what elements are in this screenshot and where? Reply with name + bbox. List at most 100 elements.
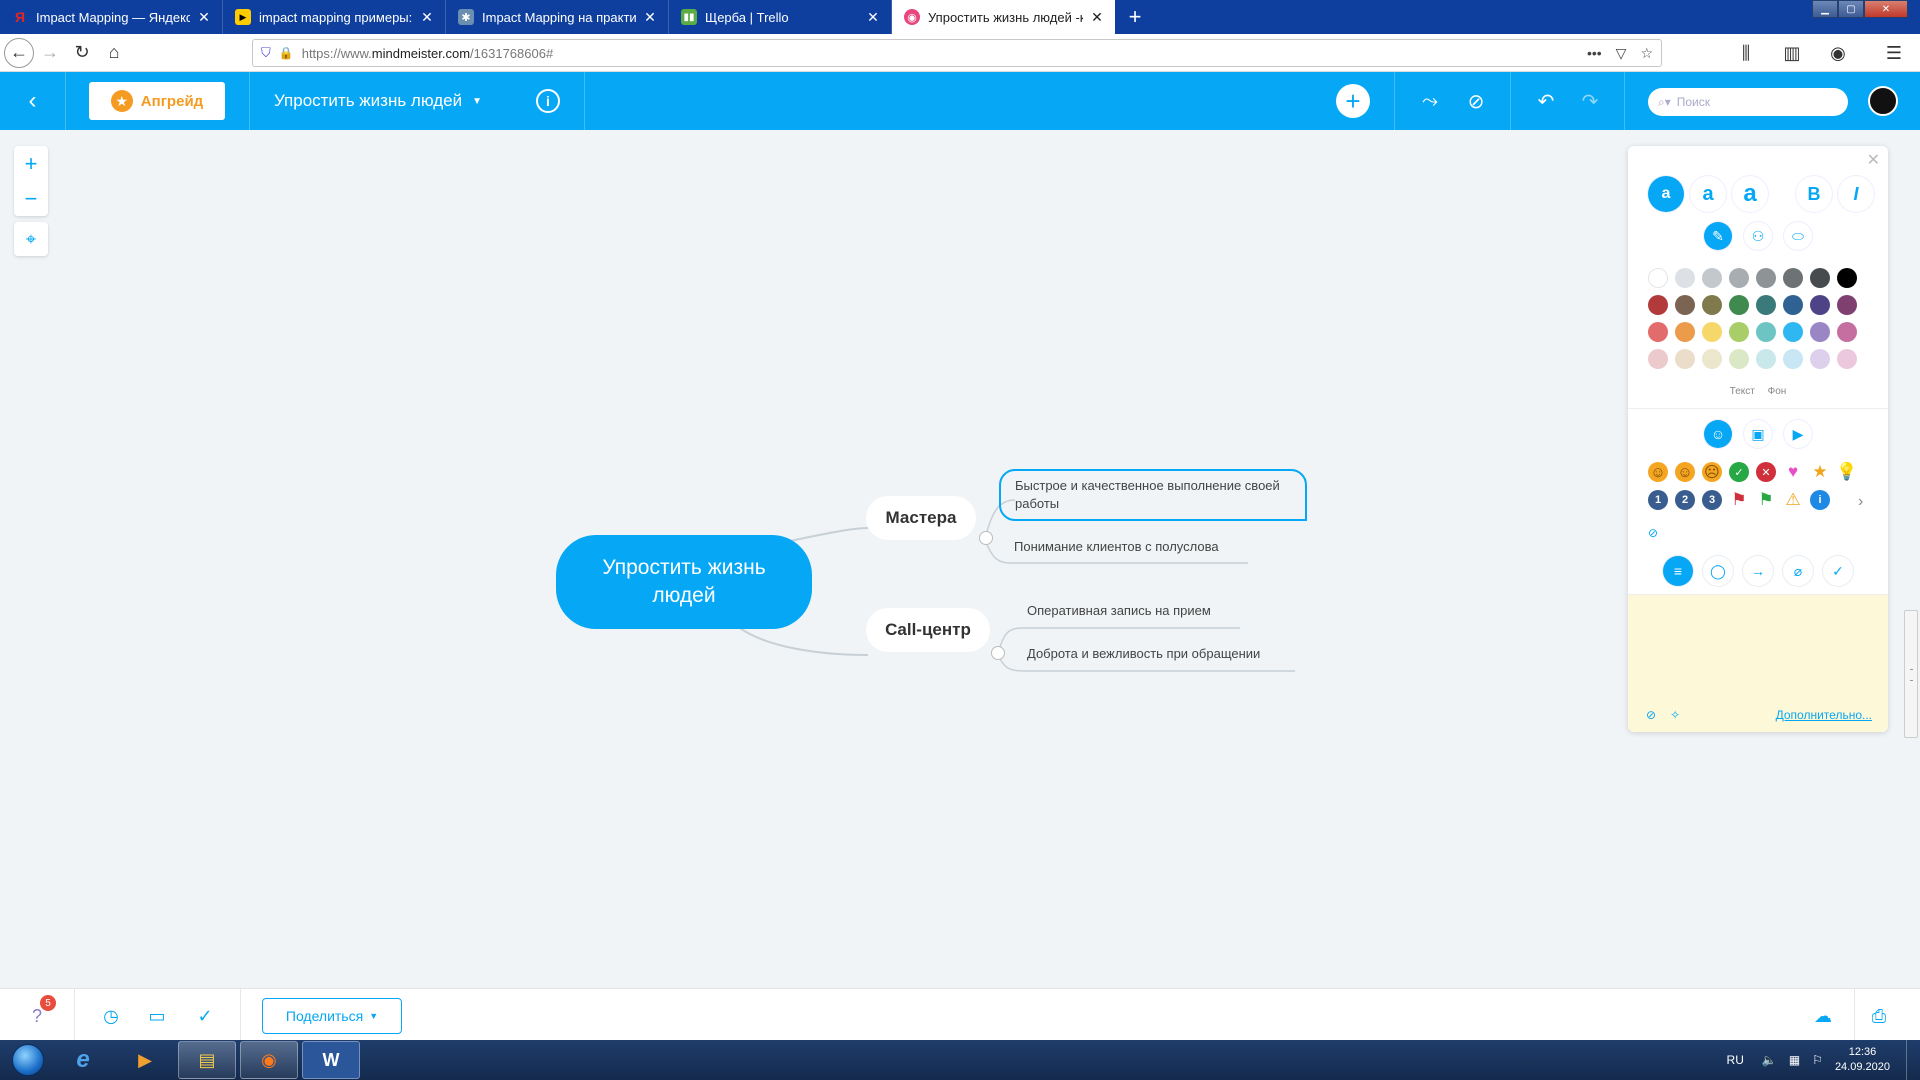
close-icon[interactable]: ✕ xyxy=(1867,150,1880,170)
color-swatch[interactable] xyxy=(1756,295,1776,315)
color-swatch[interactable] xyxy=(1648,322,1668,342)
clear-icon[interactable]: ⊘ xyxy=(1648,526,1658,540)
color-swatch[interactable] xyxy=(1837,322,1857,342)
network-icon[interactable]: ▦ xyxy=(1789,1053,1800,1067)
history-icon[interactable]: ◷ xyxy=(98,1003,124,1029)
color-swatch[interactable] xyxy=(1675,268,1695,288)
font-size-medium-button[interactable]: a xyxy=(1690,176,1726,212)
media-player-icon[interactable]: ▶ xyxy=(116,1041,174,1079)
maximize-button[interactable]: ▢ xyxy=(1838,0,1864,18)
color-swatch[interactable] xyxy=(1729,322,1749,342)
color-swatch[interactable] xyxy=(1702,322,1722,342)
close-tab-icon[interactable]: ✕ xyxy=(1089,9,1105,26)
color-swatch[interactable] xyxy=(1783,349,1803,369)
clear-note-icon[interactable]: ⊘ xyxy=(1646,708,1656,722)
file-explorer-icon[interactable]: ▤ xyxy=(178,1041,236,1079)
branch-topic[interactable]: Мастера xyxy=(866,496,976,540)
address-bar[interactable]: ⛉ 🔒 https://www. mindmeister.com/16317686… xyxy=(252,39,1662,67)
show-desktop-button[interactable] xyxy=(1906,1040,1920,1080)
page-actions-icon[interactable]: ••• xyxy=(1587,45,1602,62)
layout-tab-icon[interactable]: ⚇ xyxy=(1744,222,1772,250)
color-swatch[interactable] xyxy=(1648,349,1668,369)
new-tab-button[interactable]: + xyxy=(1115,0,1155,34)
color-swatch[interactable] xyxy=(1810,268,1830,288)
emoji-tab-icon[interactable]: ☺ xyxy=(1704,420,1732,448)
heart-icon[interactable]: ♥ xyxy=(1783,462,1803,482)
close-tab-icon[interactable]: ✕ xyxy=(865,9,881,26)
priority-2-icon[interactable]: 2 xyxy=(1675,490,1695,510)
tasks-check-icon[interactable]: ✓ xyxy=(192,1003,218,1029)
smile-icon[interactable]: ☺ xyxy=(1648,462,1668,482)
more-link[interactable]: Дополнительно... xyxy=(1776,708,1872,722)
no-style-icon[interactable]: ⊘ xyxy=(1464,89,1488,113)
attachment-icon[interactable]: ⌀ xyxy=(1783,556,1813,586)
green-flag-icon[interactable]: ⚑ xyxy=(1756,490,1776,510)
sidebar-icon[interactable]: ▥ xyxy=(1776,37,1808,69)
color-swatch[interactable] xyxy=(1756,349,1776,369)
priority-3-icon[interactable]: 3 xyxy=(1702,490,1722,510)
color-swatch[interactable] xyxy=(1675,295,1695,315)
italic-button[interactable]: I xyxy=(1838,176,1874,212)
check-icon[interactable]: ✓ xyxy=(1729,462,1749,482)
video-tab-icon[interactable]: ▶ xyxy=(1784,420,1812,448)
note-editor[interactable]: ⊘ ✧ Дополнительно... xyxy=(1628,594,1888,732)
action-center-icon[interactable]: ⚐ xyxy=(1812,1053,1823,1067)
start-button[interactable] xyxy=(6,1040,50,1080)
cloud-download-icon[interactable]: ☁ xyxy=(1810,1003,1836,1029)
subtopic-selected[interactable]: Быстрое и качественное выполнение своей … xyxy=(999,469,1307,521)
subtopic[interactable]: Понимание клиентов с полуслова xyxy=(1014,538,1219,556)
subtopic[interactable]: Оперативная запись на прием xyxy=(1027,602,1211,620)
star-icon[interactable]: ★ xyxy=(1810,462,1830,482)
bold-button[interactable]: B xyxy=(1796,176,1832,212)
shape-tab-icon[interactable]: ⬭ xyxy=(1784,222,1812,250)
connect-icon[interactable]: ⤳ xyxy=(1418,89,1442,113)
color-swatch[interactable] xyxy=(1648,295,1668,315)
share-button[interactable]: Поделиться ▼ xyxy=(262,998,402,1034)
collapse-toggle[interactable] xyxy=(991,646,1005,660)
color-swatch[interactable] xyxy=(1783,295,1803,315)
tracking-shield-icon[interactable]: ⛉ xyxy=(261,45,271,61)
browser-tab-active[interactable]: ◉ Упростить жизнь людей -карт ✕ xyxy=(892,0,1115,34)
root-topic[interactable]: Упростить жизнь людей xyxy=(556,535,812,629)
notes-icon[interactable]: ≡ xyxy=(1663,556,1693,586)
upgrade-button[interactable]: ★ Апгрейд xyxy=(89,82,225,120)
close-tab-icon[interactable]: ✕ xyxy=(642,9,658,26)
subtopic[interactable]: Доброта и вежливость при обращении xyxy=(1027,645,1260,663)
add-topic-button[interactable]: + xyxy=(1336,84,1370,118)
color-swatch[interactable] xyxy=(1702,268,1722,288)
menu-icon[interactable]: ☰ xyxy=(1878,37,1910,69)
branch-topic[interactable]: Call-центр xyxy=(866,608,990,652)
back-icon[interactable]: ← xyxy=(4,37,34,68)
collapse-toggle[interactable] xyxy=(979,531,993,545)
color-swatch[interactable] xyxy=(1729,268,1749,288)
color-swatch[interactable] xyxy=(1675,322,1695,342)
color-swatch[interactable] xyxy=(1756,268,1776,288)
redo-icon[interactable]: ↷ xyxy=(1578,89,1602,113)
word-icon[interactable]: W xyxy=(302,1041,360,1079)
warning-icon[interactable]: ⚠ xyxy=(1783,490,1803,510)
home-icon[interactable]: ⌂ xyxy=(98,37,130,69)
color-swatch[interactable] xyxy=(1810,295,1830,315)
clock[interactable]: 12:36 24.09.2020 xyxy=(1835,1045,1890,1075)
magic-wand-icon[interactable]: ✧ xyxy=(1670,708,1680,722)
reload-icon[interactable]: ↻ xyxy=(66,37,98,69)
browser-tab[interactable]: Я Impact Mapping — Яндекс: на ✕ xyxy=(0,0,223,34)
close-tab-icon[interactable]: ✕ xyxy=(196,9,212,26)
color-swatch[interactable] xyxy=(1810,349,1830,369)
pocket-icon[interactable]: ▽ xyxy=(1616,45,1627,62)
sad-face-icon[interactable]: ☹ xyxy=(1702,462,1722,482)
firefox-icon[interactable]: ◉ xyxy=(240,1041,298,1079)
internet-explorer-icon[interactable]: e xyxy=(54,1041,112,1079)
browser-tab[interactable]: ✱ Impact Mapping на практике / ✕ xyxy=(446,0,669,34)
color-swatch[interactable] xyxy=(1648,268,1668,288)
print-icon[interactable]: ⎙ xyxy=(1866,1003,1892,1029)
red-flag-icon[interactable]: ⚑ xyxy=(1729,490,1749,510)
color-swatch[interactable] xyxy=(1837,349,1857,369)
search-input[interactable]: ⌕▾ Поиск xyxy=(1648,88,1848,116)
task-check-icon[interactable]: ✓ xyxy=(1823,556,1853,586)
cross-icon[interactable]: ✕ xyxy=(1756,462,1776,482)
color-swatch[interactable] xyxy=(1783,268,1803,288)
color-swatch[interactable] xyxy=(1756,322,1776,342)
close-window-button[interactable]: ✕ xyxy=(1864,0,1908,18)
speaker-icon[interactable]: 🔈 xyxy=(1762,1053,1777,1067)
